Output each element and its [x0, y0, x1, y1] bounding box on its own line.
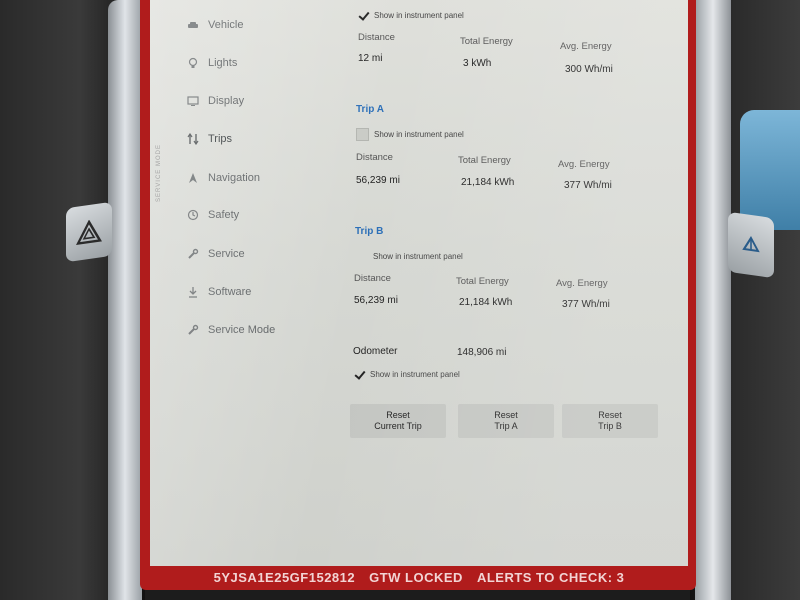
hazard-button[interactable]: [66, 201, 112, 263]
car-icon: [186, 18, 200, 32]
trip-a-distance-header: Distance: [356, 152, 393, 163]
sidebar-item-navigation[interactable]: Navigation: [186, 171, 260, 185]
side-rail-label: SERVICE MODE: [156, 144, 162, 202]
sidebar-item-label: Service: [208, 248, 245, 260]
trip-b-title: Trip B: [355, 226, 384, 237]
touchscreen: SERVICE MODE Vehicle Lights Display Trip…: [150, 0, 688, 566]
trip-b-energy-header: Total Energy: [456, 276, 509, 287]
vin-text: 5YJSA1E25GF152812: [213, 569, 356, 585]
right-trim: [695, 0, 731, 600]
download-icon: [186, 285, 200, 299]
sidebar-item-label: Display: [208, 95, 245, 107]
sidebar-item-label: Software: [208, 286, 252, 298]
trip-b-avg-value: 377 Wh/mi: [562, 299, 610, 310]
glovebox-icon: [742, 236, 760, 253]
trip-b-energy-value: 21,184 kWh: [459, 297, 513, 308]
alerts-count[interactable]: ALERTS TO CHECK: 3: [477, 570, 624, 585]
reset-current-trip-button[interactable]: Reset Current Trip: [350, 404, 446, 438]
check-icon: [354, 369, 365, 380]
trip-a-energy-header: Total Energy: [458, 155, 511, 166]
button-label-line1: Reset: [494, 410, 518, 420]
show-in-panel-checkbox[interactable]: Show in instrument panel: [358, 10, 464, 21]
status-bar: 5YJSA1E25GF152812 GTW LOCKED ALERTS TO C…: [150, 566, 688, 588]
sidebar-item-lights[interactable]: Lights: [186, 56, 237, 70]
avg-energy-header: Avg. Energy: [560, 41, 612, 52]
button-label-line1: Reset: [386, 410, 410, 420]
trip-a-avg-header: Avg. Energy: [558, 159, 610, 170]
sidebar-item-vehicle[interactable]: Vehicle: [186, 18, 243, 32]
trip-b-avg-header: Avg. Energy: [556, 278, 608, 289]
safety-icon: [186, 208, 200, 222]
display-icon: [186, 94, 200, 108]
trips-icon: [186, 132, 200, 146]
distance-header: Distance: [358, 32, 395, 43]
odometer-value: 148,906 mi: [457, 347, 507, 358]
gateway-status: GTW LOCKED: [369, 569, 463, 585]
sidebar-item-service[interactable]: Service: [186, 247, 245, 261]
light-bulb-icon: [186, 56, 200, 70]
distance-value: 12 mi: [358, 53, 383, 64]
avg-energy-value: 300 Wh/mi: [565, 64, 613, 75]
trip-b-distance-header: Distance: [354, 273, 391, 284]
sidebar-item-label: Service Mode: [208, 324, 276, 336]
sidebar-item-label: Navigation: [208, 172, 260, 184]
button-label-line2: Current Trip: [374, 421, 422, 431]
checkbox-box: [356, 128, 369, 141]
checkbox-label: Show in instrument panel: [374, 11, 464, 20]
checkbox-label: Show in instrument panel: [373, 252, 463, 261]
checkbox-label: Show in instrument panel: [370, 370, 460, 379]
navigation-arrow-icon: [186, 171, 200, 185]
check-icon: [358, 10, 369, 21]
trip-b-show-checkbox[interactable]: Show in instrument panel: [355, 250, 463, 263]
total-energy-header: Total Energy: [460, 36, 513, 47]
button-label-line2: Trip B: [598, 421, 622, 431]
button-label-line2: Trip A: [494, 421, 518, 431]
odometer-show-checkbox[interactable]: Show in instrument panel: [354, 369, 460, 380]
trip-a-show-checkbox[interactable]: Show in instrument panel: [356, 128, 464, 141]
trip-a-energy-value: 21,184 kWh: [461, 177, 515, 188]
hazard-triangle-icon: [76, 219, 102, 246]
trip-a-distance-value: 56,239 mi: [356, 175, 400, 186]
sidebar-item-display[interactable]: Display: [186, 94, 244, 108]
sidebar-item-software[interactable]: Software: [186, 285, 251, 299]
sidebar-item-trips[interactable]: Trips: [186, 132, 232, 146]
wrench-icon: [186, 247, 200, 261]
odometer-label: Odometer: [353, 346, 398, 357]
trip-a-avg-value: 377 Wh/mi: [564, 180, 612, 191]
reset-trip-a-button[interactable]: Reset Trip A: [458, 404, 554, 438]
button-label-line1: Reset: [598, 410, 622, 420]
glovebox-button[interactable]: [728, 211, 774, 279]
service-wrench-icon: [186, 323, 200, 337]
trip-a-title: Trip A: [356, 104, 384, 115]
sidebar-item-label: Safety: [208, 209, 240, 221]
total-energy-value: 3 kWh: [463, 58, 492, 69]
reset-trip-b-button[interactable]: Reset Trip B: [562, 404, 658, 438]
ambient-light: [740, 110, 800, 230]
sidebar-item-service-mode[interactable]: Service Mode: [186, 323, 275, 337]
trip-b-distance-value: 56,239 mi: [354, 295, 398, 306]
sidebar-item-label: Lights: [208, 57, 238, 69]
sidebar-item-label: Trips: [208, 133, 233, 145]
left-trim: [108, 0, 142, 600]
checkbox-label: Show in instrument panel: [374, 130, 464, 139]
sidebar-item-safety[interactable]: Safety: [186, 208, 239, 222]
sidebar-item-label: Vehicle: [208, 19, 244, 31]
